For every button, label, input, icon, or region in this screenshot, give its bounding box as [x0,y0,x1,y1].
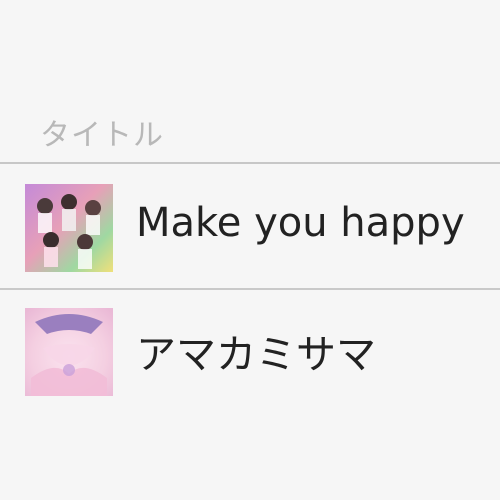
track-row[interactable]: Make you happy [0,164,500,290]
album-art-icon [25,308,113,396]
track-title[interactable]: アマカミサマ [136,322,376,380]
track-row[interactable]: アマカミサマ [0,290,500,416]
album-art-icon [25,184,113,272]
track-list: タイトル Make you happy アマカミサマ [0,0,500,500]
title-column-header[interactable]: タイトル [40,110,164,154]
track-title[interactable]: Make you happy [136,200,465,246]
column-header[interactable]: タイトル [0,100,500,164]
